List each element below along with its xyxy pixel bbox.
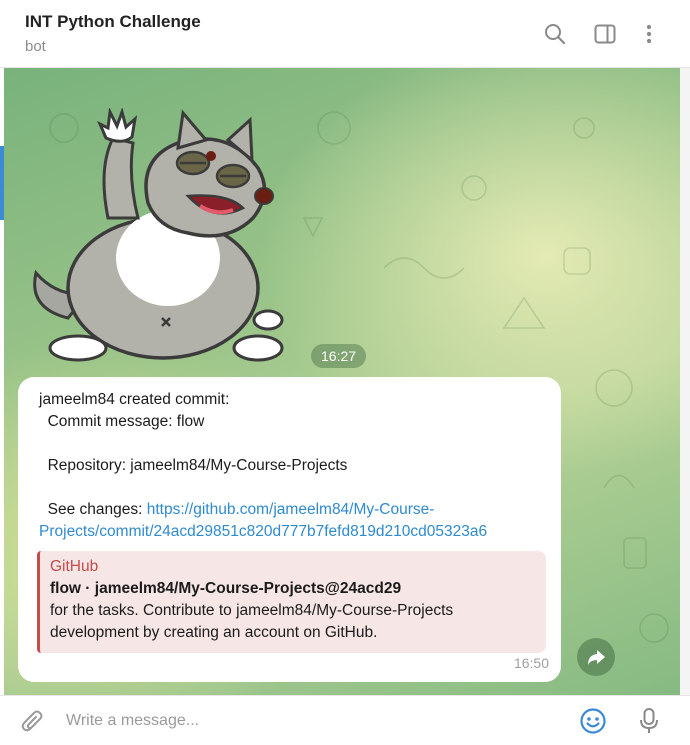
message-gap [39, 477, 547, 499]
message-composer [0, 695, 690, 745]
message-input[interactable] [66, 704, 556, 738]
smiley-icon [580, 708, 606, 734]
search-button[interactable] [539, 18, 571, 50]
commit-link-continued[interactable]: Projects/commit/24acd29851c820d777b7fefd… [39, 523, 487, 540]
sticker-timestamp: 16:27 [311, 344, 367, 368]
message-line: jameelm84 created commit: [39, 391, 230, 408]
message-gap [39, 433, 547, 455]
message-timestamp: 16:50 [513, 655, 549, 671]
attach-button[interactable] [18, 707, 48, 737]
more-button[interactable] [633, 18, 665, 50]
forward-arrow-icon [588, 650, 605, 665]
voice-button[interactable] [636, 706, 662, 736]
link-preview[interactable]: GitHub flow · jameelm84/My-Course-Projec… [37, 551, 546, 653]
chat-title[interactable]: INT Python Challenge [25, 12, 201, 32]
more-vertical-icon [646, 24, 652, 44]
sidebar-toggle-icon [594, 24, 616, 44]
message-line: See changes: https://github.com/jameelm8… [39, 499, 547, 521]
sidebar-toggle-button[interactable] [589, 18, 621, 50]
preview-site-name: GitHub [50, 558, 99, 575]
paperclip-icon [21, 710, 43, 732]
chat-area: 16:27 jameelm84 created commit: Commit m… [4, 68, 680, 695]
preview-description: for the tasks. Contribute to jameelm84/M… [50, 602, 454, 619]
message-bubble[interactable]: jameelm84 created commit: Commit message… [18, 377, 561, 682]
message-line: Repository: jameelm84/My-Course-Projects [39, 457, 348, 474]
wolf-sticker[interactable] [28, 108, 298, 366]
emoji-button[interactable] [578, 706, 608, 736]
search-icon [545, 24, 566, 45]
forward-button[interactable] [577, 638, 615, 676]
message-line: Commit message: flow [39, 413, 205, 430]
chat-header: INT Python Challenge bot [0, 0, 690, 68]
scrollbar[interactable] [680, 68, 690, 695]
preview-title: flow · jameelm84/My-Course-Projects@24ac… [50, 580, 402, 597]
message-line: Projects/commit/24acd29851c820d777b7fefd… [39, 521, 547, 543]
see-changes-label: See changes: [39, 501, 147, 518]
commit-link[interactable]: https://github.com/jameelm84/My-Course- [147, 501, 435, 518]
chat-subtitle: bot [25, 38, 46, 55]
microphone-icon [640, 708, 658, 733]
preview-description: development by creating an account on Gi… [50, 624, 378, 641]
